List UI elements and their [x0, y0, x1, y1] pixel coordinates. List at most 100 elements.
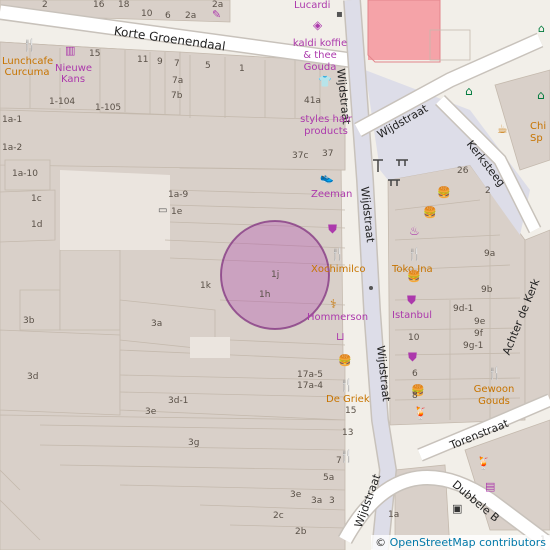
- poi-label-lucardi[interactable]: Lucardi: [294, 0, 330, 11]
- house-number: 1: [239, 64, 245, 74]
- restaurant-icon-5[interactable]: 🍴: [407, 247, 422, 261]
- poi-label-chi[interactable]: Chi Sp: [530, 121, 550, 145]
- poi-label-lunchcafe[interactable]: Lunchcafe Curcuma: [2, 56, 53, 78]
- map-view[interactable]: Korte Groenendaal Wijdstraat Wijdstraat …: [0, 0, 550, 550]
- jewelry-icon[interactable]: ◈: [313, 18, 322, 32]
- house-number: 13: [342, 428, 354, 438]
- shop-icon[interactable]: ⛊: [328, 222, 337, 237]
- house-number: 2a: [185, 11, 197, 21]
- house-number: 3b: [23, 316, 35, 326]
- house-number: 6: [412, 369, 418, 379]
- house-number: 10: [141, 9, 153, 19]
- house-number: 2: [42, 0, 48, 10]
- restaurant-icon-3[interactable]: 🍴: [339, 378, 354, 392]
- house-number: 9e: [474, 317, 486, 327]
- restaurant-icon[interactable]: 🍴: [22, 38, 37, 52]
- poi-label-zeeman[interactable]: Zeeman: [311, 189, 352, 200]
- fastfood-icon[interactable]: 🍔: [338, 354, 352, 367]
- house-number: 1h: [259, 290, 271, 300]
- shoe-icon[interactable]: 👟: [320, 171, 334, 184]
- house-number: 9: [157, 57, 163, 67]
- house-number: 1-105: [95, 103, 122, 113]
- drink-icon-2[interactable]: 🍹: [476, 456, 491, 470]
- house-number: 9b: [481, 285, 493, 295]
- house-number: 3d: [27, 372, 39, 382]
- cafe-icon[interactable]: ☕: [497, 122, 508, 136]
- town-hall-icon[interactable]: ⌂: [538, 22, 545, 35]
- poi-label-hommerson[interactable]: Hommerson: [307, 312, 368, 323]
- poi-label-istanbul[interactable]: Istanbul: [392, 310, 432, 321]
- bin-icon: ▪: [336, 9, 343, 20]
- town-hall-icon-3[interactable]: ⌂: [537, 88, 545, 102]
- house-number: 15: [89, 49, 101, 59]
- house-number: 1a: [388, 510, 400, 520]
- house-number: 2: [485, 186, 491, 196]
- house-number: 15: [345, 406, 357, 416]
- house-number: 10: [408, 333, 420, 343]
- house-number: 3: [329, 496, 335, 506]
- house-number: 3g: [188, 438, 200, 448]
- house-number: 1-104: [49, 97, 76, 107]
- house-number: 16: [93, 0, 105, 10]
- map-attribution[interactable]: © OpenStreetMap contributors: [371, 535, 550, 550]
- house-number: 17a-4: [297, 381, 323, 391]
- bank-icon[interactable]: ▣: [452, 502, 462, 515]
- house-number: 3e: [290, 490, 302, 500]
- restaurant-icon-6[interactable]: 🍴: [487, 366, 502, 380]
- poi-label-gewoon-gouds[interactable]: Gewoon Gouds: [473, 384, 515, 408]
- poi-label-nieuwe-kans[interactable]: Nieuwe Kans: [55, 63, 92, 85]
- book-icon[interactable]: ▥: [65, 44, 75, 57]
- house-number: 1c: [31, 194, 42, 204]
- poi-label-styles[interactable]: styles hair products: [298, 114, 354, 138]
- shop-icon-3[interactable]: ⛊: [408, 350, 417, 365]
- house-number: 9d-1: [453, 304, 474, 314]
- house-number: 26: [457, 166, 469, 176]
- drink-icon[interactable]: 🍹: [413, 406, 428, 420]
- house-number: 9g-1: [463, 341, 484, 351]
- house-number: 11: [137, 55, 149, 65]
- fastfood-icon-3[interactable]: 🍔: [437, 186, 451, 199]
- fastfood-icon-4[interactable]: 🍔: [407, 270, 421, 283]
- poi-label-de-griek[interactable]: De Griek: [326, 394, 370, 405]
- house-number: 5a: [323, 473, 335, 483]
- house-number: 7: [174, 59, 180, 69]
- house-number: 3a: [151, 319, 163, 329]
- house-number: 9f: [474, 329, 483, 339]
- house-number: 3a: [311, 496, 323, 506]
- house-number: 37c: [292, 151, 309, 161]
- fastfood-icon-2[interactable]: 🍔: [423, 206, 437, 219]
- pharmacy-icon[interactable]: ⚕: [330, 297, 337, 311]
- car-icon: ▭: [158, 205, 168, 216]
- house-number: 6: [165, 11, 171, 21]
- pink-area: [368, 0, 440, 60]
- beauty-icon[interactable]: ♨: [409, 224, 420, 238]
- house-number: 3e: [145, 407, 157, 417]
- house-number: 3d-1: [168, 396, 189, 406]
- house-number: 41a: [304, 96, 321, 106]
- house-number: 18: [118, 0, 130, 10]
- osm-attribution-link[interactable]: OpenStreetMap contributors: [390, 536, 546, 549]
- house-number: 9a: [484, 249, 496, 259]
- basket-icon[interactable]: ⊔: [336, 330, 345, 343]
- house-number: 8: [412, 391, 418, 401]
- house-number: 1d: [31, 220, 43, 230]
- house-number: 1e: [171, 207, 183, 217]
- house-number: 5: [205, 61, 211, 71]
- house-number: 2a: [212, 0, 224, 10]
- house-number: 17a-5: [297, 370, 323, 380]
- courtyard: [60, 170, 170, 250]
- shop-icon-4[interactable]: ▤: [485, 480, 495, 493]
- point-marker: [369, 286, 373, 290]
- shop-icon-2[interactable]: ⛊: [407, 293, 416, 308]
- house-number: 2b: [295, 527, 307, 537]
- town-hall-icon-2[interactable]: ⌂: [465, 84, 473, 98]
- restaurant-icon-2[interactable]: 🍴: [330, 247, 345, 261]
- poi-label-kaldi[interactable]: kaldi koffie & thee Gouda: [290, 38, 350, 74]
- house-number: 37: [322, 149, 334, 159]
- clothes-icon[interactable]: 👕: [318, 75, 332, 88]
- house-number: 1k: [200, 281, 211, 291]
- house-number: 1a-9: [168, 190, 189, 200]
- poi-label-xochimilco[interactable]: Xochimilco: [311, 264, 366, 275]
- house-number: 7: [336, 456, 342, 466]
- house-number: 7a: [172, 76, 184, 86]
